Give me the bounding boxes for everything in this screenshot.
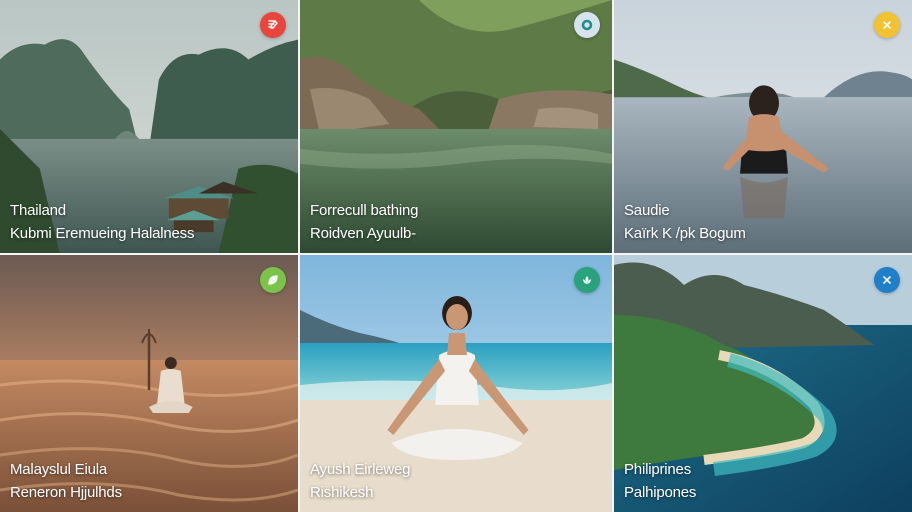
- destination-title: Thailand: [10, 202, 66, 219]
- leaf-badge-button[interactable]: [260, 267, 286, 293]
- destination-title: Forrecull bathing: [310, 202, 419, 219]
- destination-caption: Forrecull bathing Roidven Ayuulb-: [310, 199, 419, 245]
- destination-card-forest-bathing[interactable]: Forrecull bathing Roidven Ayuulb-: [300, 0, 614, 255]
- destination-subtitle: Roidven Ayuulb-: [310, 225, 416, 242]
- edit-badge-button[interactable]: [260, 12, 286, 38]
- destination-caption: Malayslul Eiula Reneron Hjjulhds: [10, 458, 122, 504]
- destination-grid: Thailand Kubmi Eremueing Halalness Forre…: [0, 0, 912, 512]
- close-badge-button[interactable]: [874, 267, 900, 293]
- edit-icon: [268, 19, 278, 29]
- destination-title: Philiprines: [624, 461, 691, 478]
- destination-subtitle: Rishikesh: [310, 484, 374, 501]
- destination-card-saudie[interactable]: Saudie Kaïrk K /pk Bogum: [614, 0, 912, 255]
- destination-card-philippines[interactable]: Philiprines Palhipones: [614, 255, 912, 512]
- close-badge-button[interactable]: [874, 12, 900, 38]
- destination-subtitle: Palhipones: [624, 484, 697, 501]
- destination-card-thailand[interactable]: Thailand Kubmi Eremueing Halalness: [0, 0, 300, 255]
- destination-card-malayslul[interactable]: Malayslul Eiula Reneron Hjjulhds: [0, 255, 300, 512]
- lotus-badge-button[interactable]: [574, 267, 600, 293]
- destination-title: Malayslul Eiula: [10, 461, 108, 478]
- ring-icon: [581, 19, 593, 31]
- close-icon: [883, 276, 891, 284]
- destination-caption: Ayush Eirleweg Rishikesh: [310, 458, 411, 504]
- destination-caption: Thailand Kubmi Eremueing Halalness: [10, 199, 194, 245]
- destination-subtitle: Reneron Hjjulhds: [10, 484, 122, 501]
- destination-caption: Philiprines Palhipones: [624, 458, 696, 504]
- destination-card-ayush[interactable]: Ayush Eirleweg Rishikesh: [300, 255, 614, 512]
- destination-caption: Saudie Kaïrk K /pk Bogum: [624, 199, 746, 245]
- destination-title: Saudie: [624, 202, 670, 219]
- destination-subtitle: Kubmi Eremueing Halalness: [10, 225, 195, 242]
- leaf-icon: [268, 275, 278, 285]
- lotus-icon: [583, 276, 591, 284]
- destination-subtitle: Kaïrk K /pk Bogum: [624, 225, 746, 242]
- destination-title: Ayush Eirleweg: [310, 461, 411, 478]
- ring-badge-button[interactable]: [574, 12, 600, 38]
- close-icon: [883, 21, 891, 29]
